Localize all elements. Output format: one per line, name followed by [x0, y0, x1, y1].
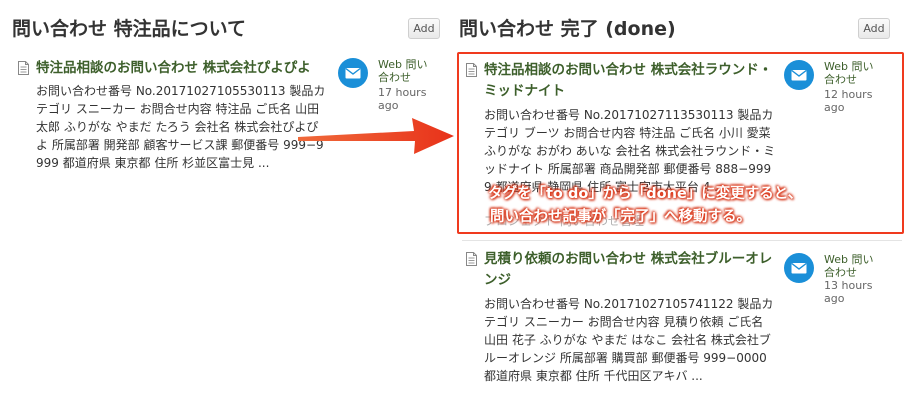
card-body: お問い合わせ番号 No.20171027105530113 製品カテゴリ スニー… — [36, 84, 326, 170]
annotation-line-2: 問い合わせ記事が「完了」へ移動する。 — [490, 209, 751, 225]
add-button[interactable]: Add — [858, 18, 890, 39]
mail-icon — [338, 58, 368, 88]
card-blue-orange[interactable]: 見積り依頼のお問い合わせ 株式会社ブルーオレンジ お問い合わせ番号 No.201… — [466, 249, 896, 399]
arrow-right-icon — [298, 118, 454, 154]
time-label: 17 hours ago — [378, 86, 427, 112]
column-header: 問い合わせ 完了 (done) Add — [455, 8, 910, 44]
card-title[interactable]: 見積り依頼のお問い合わせ 株式会社ブルーオレンジ — [484, 249, 774, 291]
column-title: 問い合わせ 完了 (done) — [459, 18, 676, 40]
card-body: お問い合わせ番号 No.20171027105741122 製品カテゴリ スニー… — [484, 297, 774, 383]
document-icon — [18, 61, 29, 75]
document-icon — [466, 252, 477, 266]
card-title[interactable]: 特注品相談のお問い合わせ 株式会社ぴよぴよ — [36, 58, 336, 79]
column-title: 問い合わせ 特注品について — [12, 18, 247, 40]
column-header: 問い合わせ 特注品について Add — [0, 8, 448, 44]
annotation-line-1: タグを「to do」から「done」に変更すると、 — [488, 186, 803, 202]
time-label: 13 hours ago — [824, 279, 873, 305]
source-label[interactable]: Web 問い合わせ — [824, 253, 884, 279]
source-label[interactable]: Web 問い合わせ — [378, 58, 436, 84]
card-divider — [462, 240, 902, 241]
mail-icon — [784, 253, 814, 283]
add-button[interactable]: Add — [408, 18, 440, 39]
annotation-text: タグを「to do」から「done」に変更すると、 問い合わせ記事が「完了」へ移… — [488, 183, 848, 229]
